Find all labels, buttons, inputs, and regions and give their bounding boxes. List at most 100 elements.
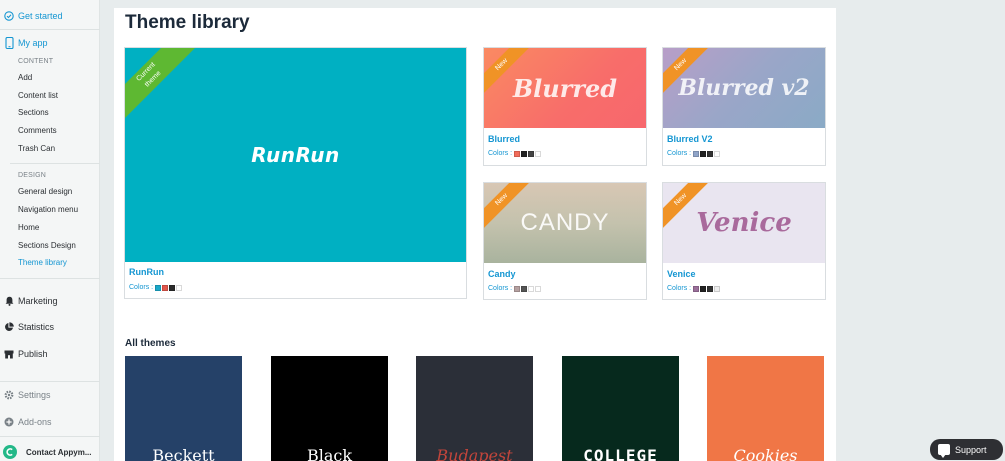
sidebar: Get started My app CONTENT Add Content l… — [0, 0, 100, 461]
divider — [0, 381, 100, 382]
theme-name: Blurred V2 — [667, 134, 713, 144]
sidebar-subitem-home[interactable]: Home — [18, 223, 39, 232]
appmachine-logo-icon — [3, 445, 17, 459]
theme-colors: Colors : — [667, 285, 721, 292]
sidebar-subitem-sections[interactable]: Sections — [18, 108, 49, 117]
gear-icon — [4, 390, 14, 400]
theme-card-venice[interactable]: Venice New Venice Colors : — [662, 182, 826, 300]
sidebar-item-label: Contact Appym... — [26, 447, 92, 457]
sidebar-item-label: My app — [18, 38, 48, 48]
divider — [0, 29, 100, 30]
theme-preview: RunRun Current theme — [125, 48, 466, 262]
theme-tile-beckett[interactable]: Beckett — [125, 356, 242, 461]
divider — [0, 278, 100, 279]
sidebar-item-get-started[interactable]: Get started — [0, 10, 100, 22]
theme-logo-text: Blurred — [512, 73, 618, 103]
theme-tile-label: Beckett — [152, 446, 215, 461]
ribbon-text: New — [494, 192, 510, 208]
colors-label: Colors : — [667, 285, 692, 292]
theme-logo-text: Venice — [696, 208, 792, 238]
color-swatch — [169, 284, 176, 291]
sidebar-item-statistics[interactable]: Statistics — [0, 321, 100, 333]
color-swatch — [535, 285, 542, 292]
sidebar-item-marketing[interactable]: Marketing — [0, 295, 100, 307]
support-label: Support — [955, 444, 987, 455]
theme-tile-budapest[interactable]: Budapest — [416, 356, 533, 461]
all-themes-title: All themes — [125, 338, 176, 349]
sidebar-subitem-sections-design[interactable]: Sections Design — [18, 241, 76, 250]
sidebar-item-my-app[interactable]: My app — [0, 37, 100, 49]
plus-circle-icon — [4, 417, 14, 427]
ribbon-text: New — [673, 57, 689, 73]
color-swatch — [714, 150, 721, 157]
theme-preview: CANDY New — [484, 183, 646, 263]
sidebar-item-add-ons[interactable]: Add-ons — [0, 416, 100, 428]
theme-tile-label: Budapest — [436, 446, 513, 461]
theme-name: RunRun — [129, 267, 164, 277]
color-swatch — [528, 150, 535, 157]
theme-tile-cookies[interactable]: Cookies — [707, 356, 824, 461]
theme-card-runrun[interactable]: RunRun Current theme RunRun Colors : — [124, 47, 467, 299]
store-icon — [4, 349, 14, 359]
chat-bubble-icon — [938, 444, 950, 458]
sidebar-item-contact[interactable]: Contact Appym... — [0, 445, 100, 459]
theme-colors: Colors : — [488, 285, 542, 292]
theme-tile-label: Cookies — [733, 446, 798, 461]
theme-tile-black[interactable]: Black — [271, 356, 388, 461]
ribbon-text: New — [673, 192, 689, 208]
sidebar-subitem-comments[interactable]: Comments — [18, 126, 57, 135]
divider — [0, 436, 100, 437]
sidebar-subitem-general-design[interactable]: General design — [18, 187, 72, 196]
sidebar-subitem-content-list[interactable]: Content list — [18, 91, 58, 100]
theme-name: Candy — [488, 269, 516, 279]
sidebar-subitem-trash-can[interactable]: Trash Can — [18, 144, 55, 153]
colors-label: Colors : — [129, 284, 154, 291]
color-swatch — [707, 285, 714, 292]
theme-name: Blurred — [488, 134, 521, 144]
theme-logo-text: RunRun — [251, 143, 340, 167]
sidebar-item-publish[interactable]: Publish — [0, 348, 100, 360]
theme-tile-label: COLLEGE — [583, 446, 658, 461]
sidebar-subitem-theme-library[interactable]: Theme library — [18, 258, 67, 267]
sidebar-subitem-navigation-menu[interactable]: Navigation menu — [18, 205, 78, 214]
color-swatch — [528, 285, 535, 292]
page-title: Theme library — [125, 12, 250, 33]
pie-chart-icon — [4, 322, 14, 332]
sidebar-item-label: Statistics — [18, 322, 55, 332]
color-swatch — [521, 150, 528, 157]
color-swatch — [535, 150, 542, 157]
color-swatch — [693, 150, 700, 157]
sidebar-item-label: Get started — [18, 11, 63, 21]
colors-label: Colors : — [488, 150, 513, 157]
theme-card-blurred-v2[interactable]: Blurred v2 New Blurred V2 Colors : — [662, 47, 826, 166]
theme-card-blurred[interactable]: Blurred New Blurred Colors : — [483, 47, 647, 166]
theme-logo-text: CANDY — [520, 209, 610, 236]
sidebar-item-label: Settings — [18, 390, 51, 400]
support-button[interactable]: Support — [930, 439, 1003, 460]
color-swatch — [176, 284, 183, 291]
theme-logo-text: Blurred v2 — [678, 75, 810, 101]
sidebar-item-label: Marketing — [18, 296, 58, 306]
color-swatch — [162, 284, 169, 291]
color-swatch — [700, 285, 707, 292]
ribbon-text: New — [494, 57, 510, 73]
sidebar-item-settings[interactable]: Settings — [0, 389, 100, 401]
sidebar-item-label: Add-ons — [18, 417, 52, 427]
color-swatch — [693, 285, 700, 292]
theme-preview: Blurred New — [484, 48, 646, 128]
sidebar-item-label: Publish — [18, 349, 48, 359]
color-swatch — [514, 285, 521, 292]
colors-label: Colors : — [488, 285, 513, 292]
theme-card-candy[interactable]: CANDY New Candy Colors : — [483, 182, 647, 300]
color-swatch — [514, 150, 521, 157]
theme-name: Venice — [667, 269, 696, 279]
theme-tile-label: Black — [306, 446, 353, 461]
sidebar-subitem-add[interactable]: Add — [18, 73, 32, 82]
theme-tile-college[interactable]: COLLEGE — [562, 356, 679, 461]
theme-preview: Venice New — [663, 183, 825, 263]
theme-colors: Colors : — [667, 150, 721, 157]
theme-logo: RunRun — [125, 48, 466, 262]
phone-icon — [4, 37, 14, 49]
color-swatch — [707, 150, 714, 157]
color-swatch — [155, 284, 162, 291]
